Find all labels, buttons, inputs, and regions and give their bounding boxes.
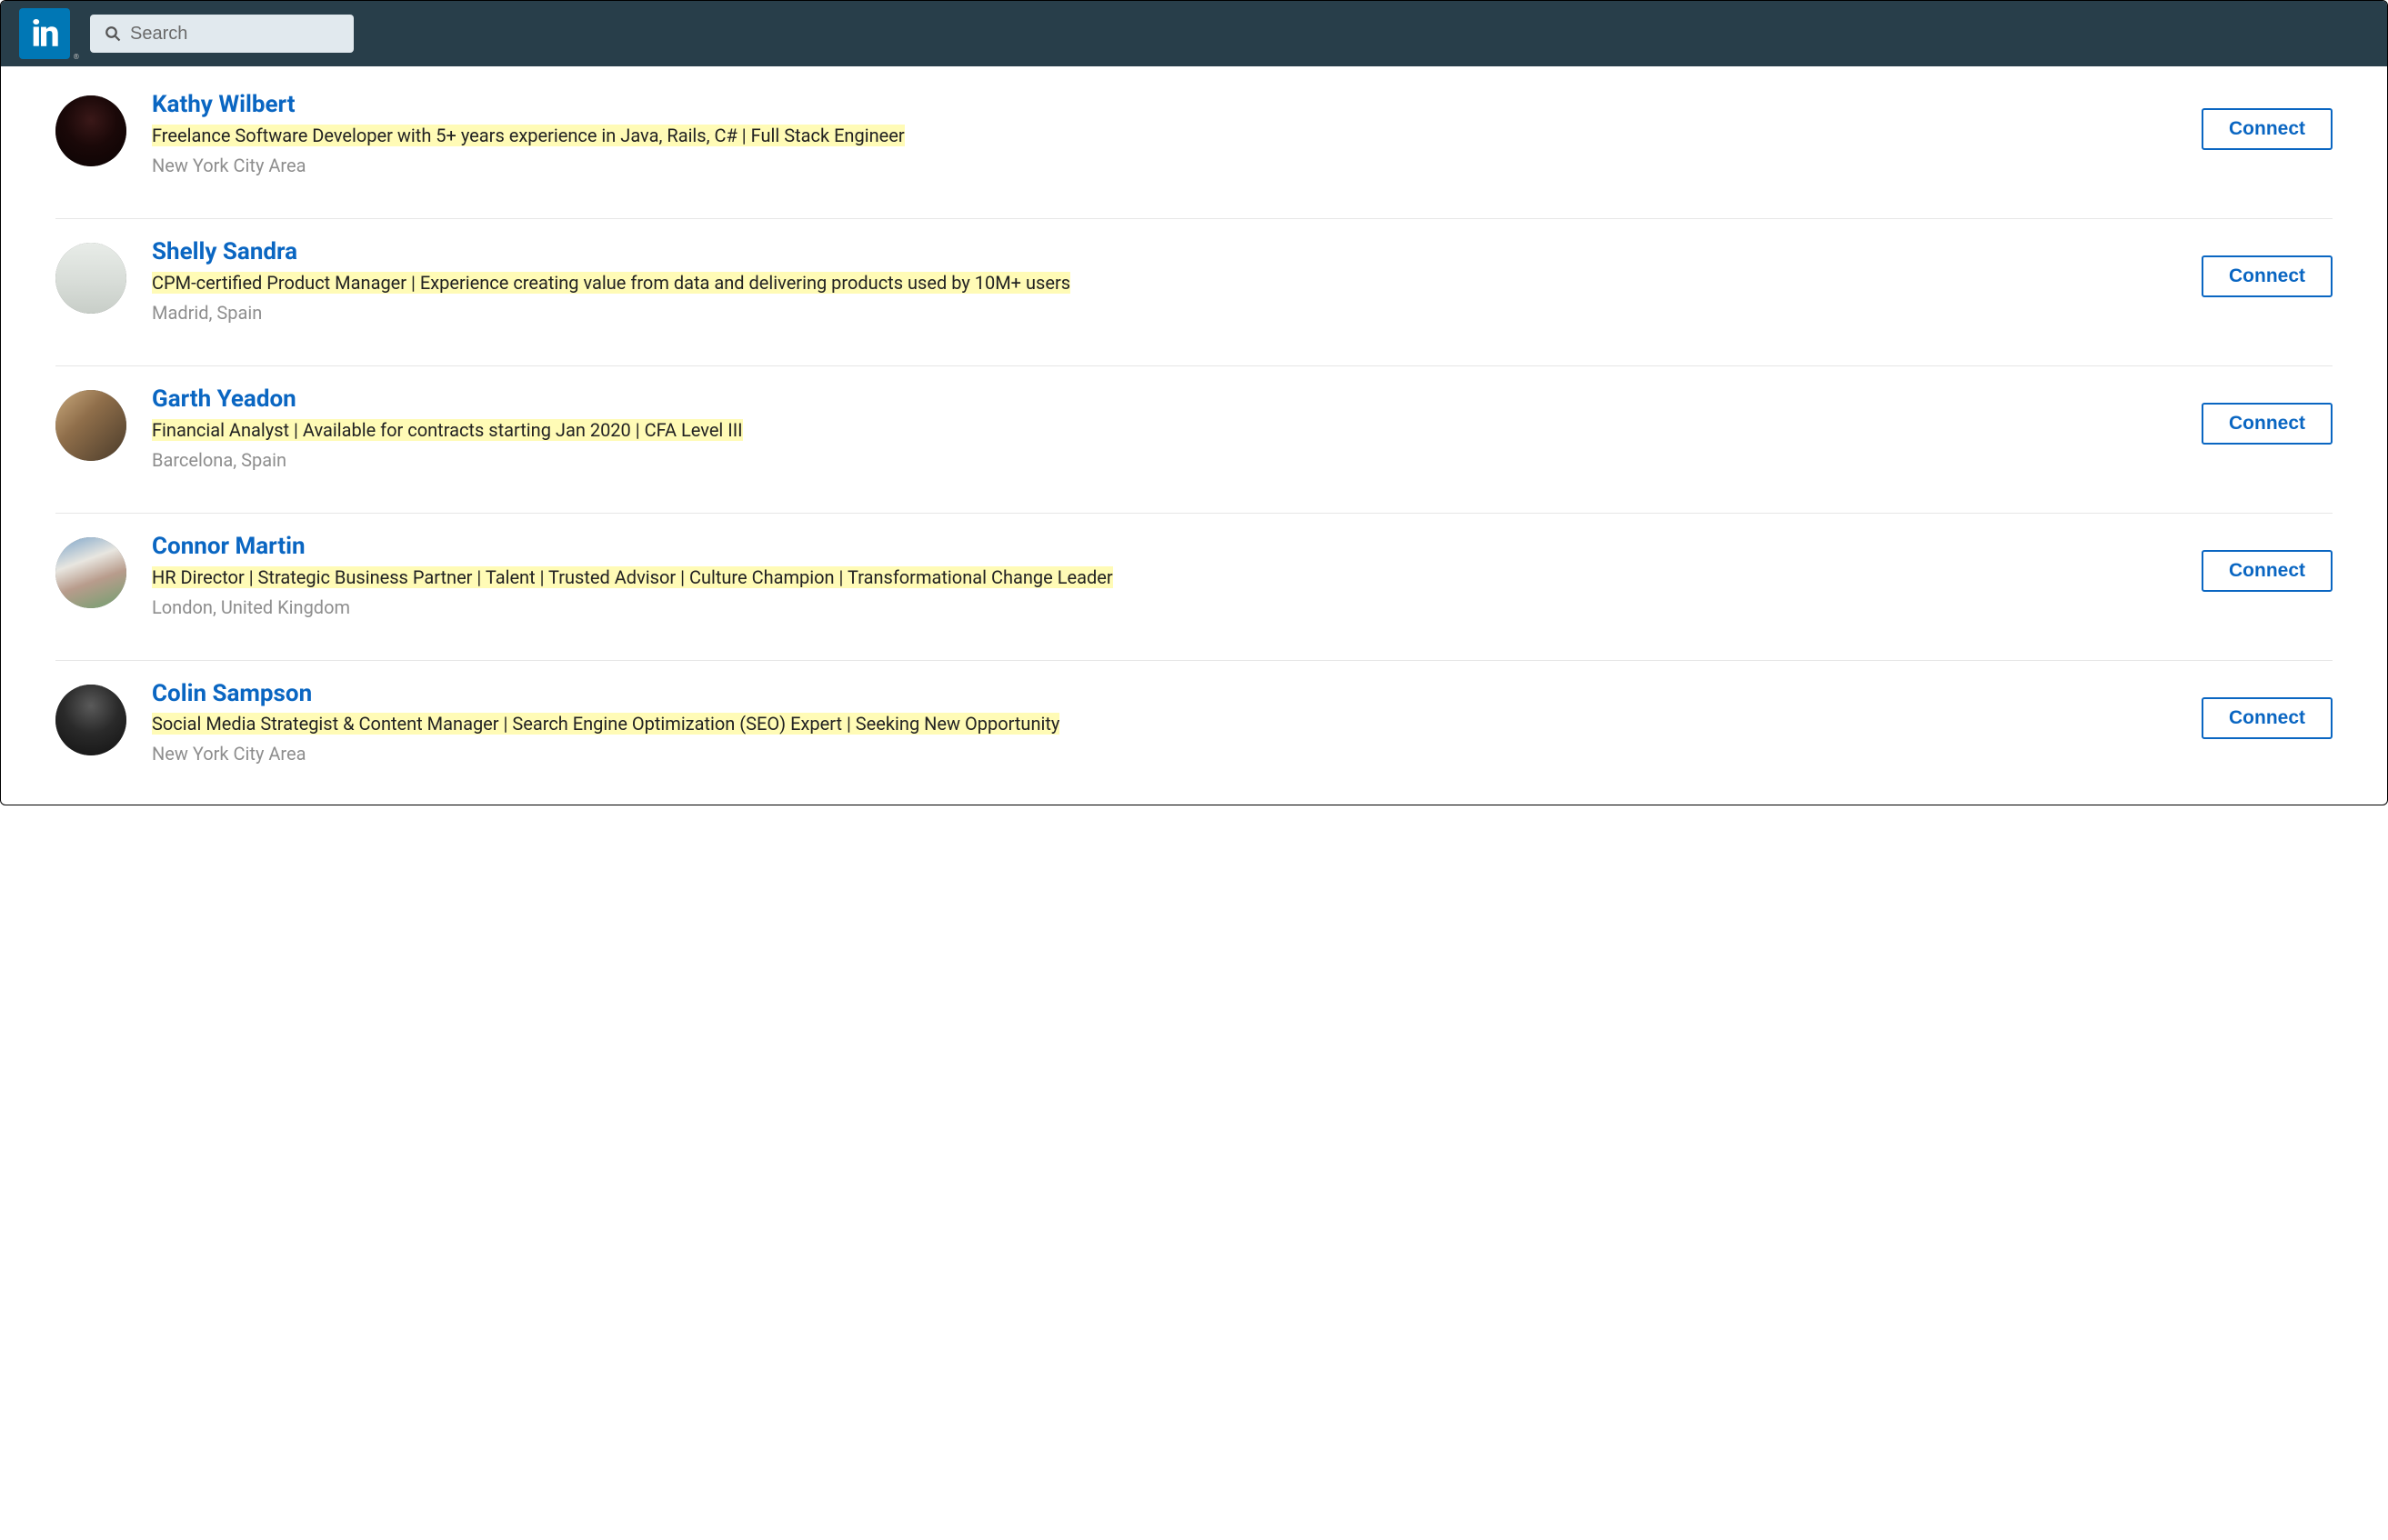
result-row: Colin Sampson Social Media Strategist & C… (55, 661, 2333, 778)
connect-button[interactable]: Connect (2202, 403, 2333, 445)
connect-button[interactable]: Connect (2202, 255, 2333, 297)
profile-headline: HR Director | Strategic Business Partner… (152, 566, 1113, 588)
search-field[interactable] (90, 15, 354, 53)
avatar[interactable] (55, 95, 126, 166)
avatar[interactable] (55, 537, 126, 608)
profile-name-link[interactable]: Connor Martin (152, 534, 2180, 561)
avatar[interactable] (55, 390, 126, 461)
profile-headline: Social Media Strategist & Content Manage… (152, 713, 1059, 735)
profile-name-link[interactable]: Colin Sampson (152, 681, 2180, 708)
profile-location: Madrid, Spain (152, 302, 2180, 324)
profile-headline: Freelance Software Developer with 5+ yea… (152, 125, 905, 146)
connect-button[interactable]: Connect (2202, 697, 2333, 739)
logo-text: in (31, 13, 57, 55)
avatar[interactable] (55, 685, 126, 755)
result-info: Colin Sampson Social Media Strategist & C… (152, 681, 2180, 765)
profile-location: Barcelona, Spain (152, 449, 2180, 471)
avatar[interactable] (55, 243, 126, 314)
linkedin-logo[interactable]: in ® (19, 8, 70, 59)
connect-button[interactable]: Connect (2202, 550, 2333, 592)
profile-location: New York City Area (152, 155, 2180, 176)
registered-mark: ® (74, 53, 77, 61)
profile-name-link[interactable]: Garth Yeadon (152, 386, 2180, 414)
result-row: Connor Martin HR Director | Strategic Bus… (55, 514, 2333, 661)
result-row: Garth Yeadon Financial Analyst | Availabl… (55, 366, 2333, 514)
search-results: Kathy Wilbert Freelance Software Develope… (1, 66, 2387, 805)
profile-headline: CPM-certified Product Manager | Experien… (152, 272, 1070, 294)
result-info: Garth Yeadon Financial Analyst | Availabl… (152, 386, 2180, 471)
search-input[interactable] (130, 24, 339, 45)
profile-location: New York City Area (152, 743, 2180, 765)
profile-location: London, United Kingdom (152, 596, 2180, 618)
search-icon (105, 25, 121, 42)
profile-headline: Financial Analyst | Available for contra… (152, 419, 743, 441)
app-window: in ® Kathy Wilbert Freelance Software Dev… (0, 0, 2388, 805)
result-info: Shelly Sandra CPM-certified Product Manag… (152, 239, 2180, 324)
top-nav: in ® (1, 1, 2387, 66)
result-row: Shelly Sandra CPM-certified Product Manag… (55, 219, 2333, 366)
connect-button[interactable]: Connect (2202, 108, 2333, 150)
profile-name-link[interactable]: Kathy Wilbert (152, 92, 2180, 119)
result-info: Connor Martin HR Director | Strategic Bus… (152, 534, 2180, 618)
result-info: Kathy Wilbert Freelance Software Develope… (152, 92, 2180, 176)
profile-name-link[interactable]: Shelly Sandra (152, 239, 2180, 266)
result-row: Kathy Wilbert Freelance Software Develope… (55, 79, 2333, 219)
